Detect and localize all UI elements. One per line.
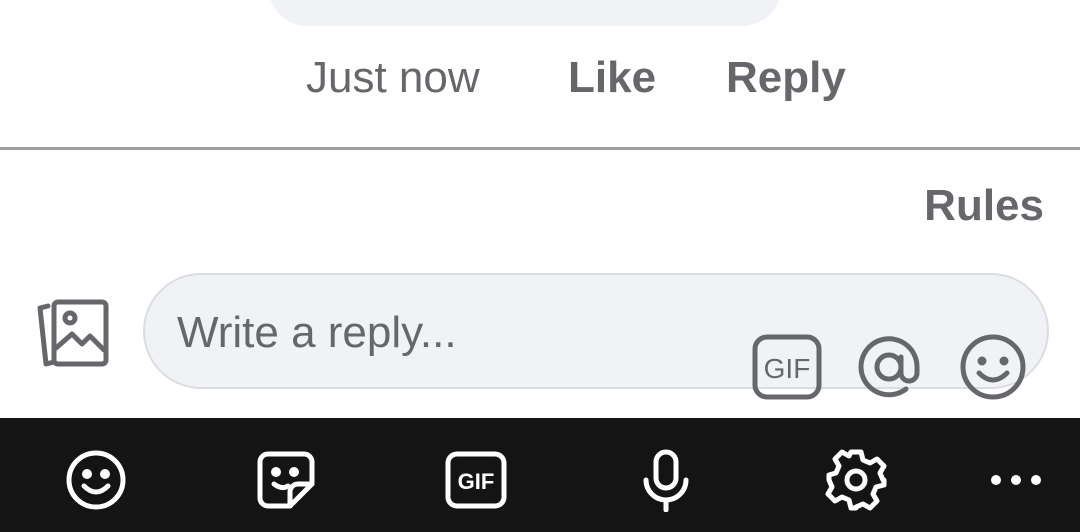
photo-icon[interactable] [34, 296, 112, 372]
reply-button[interactable]: Reply [726, 52, 846, 104]
comment-bubble [268, 0, 782, 26]
microphone-icon[interactable] [634, 448, 698, 512]
more-icon[interactable] [984, 448, 1048, 512]
divider [0, 147, 1080, 150]
keyboard-toolbar: GIF [0, 418, 1080, 532]
gif-icon[interactable]: GIF [444, 448, 508, 512]
reply-input[interactable]: Write a reply... GIF [143, 273, 1049, 400]
emoji-icon[interactable] [64, 448, 128, 512]
comment-meta-row: Just now Like Reply [0, 52, 1080, 104]
at-mention-icon[interactable] [853, 331, 925, 403]
emoji-icon[interactable] [957, 331, 1029, 403]
sticker-icon[interactable] [254, 448, 318, 512]
reply-placeholder: Write a reply... [177, 308, 457, 357]
gif-icon[interactable]: GIF [751, 331, 823, 403]
gif-label: GIF [764, 353, 811, 384]
settings-icon[interactable] [824, 448, 888, 512]
rules-link[interactable]: Rules [924, 180, 1044, 232]
like-button[interactable]: Like [568, 52, 656, 104]
gif-label: GIF [458, 469, 495, 494]
comment-timestamp: Just now [306, 53, 480, 102]
